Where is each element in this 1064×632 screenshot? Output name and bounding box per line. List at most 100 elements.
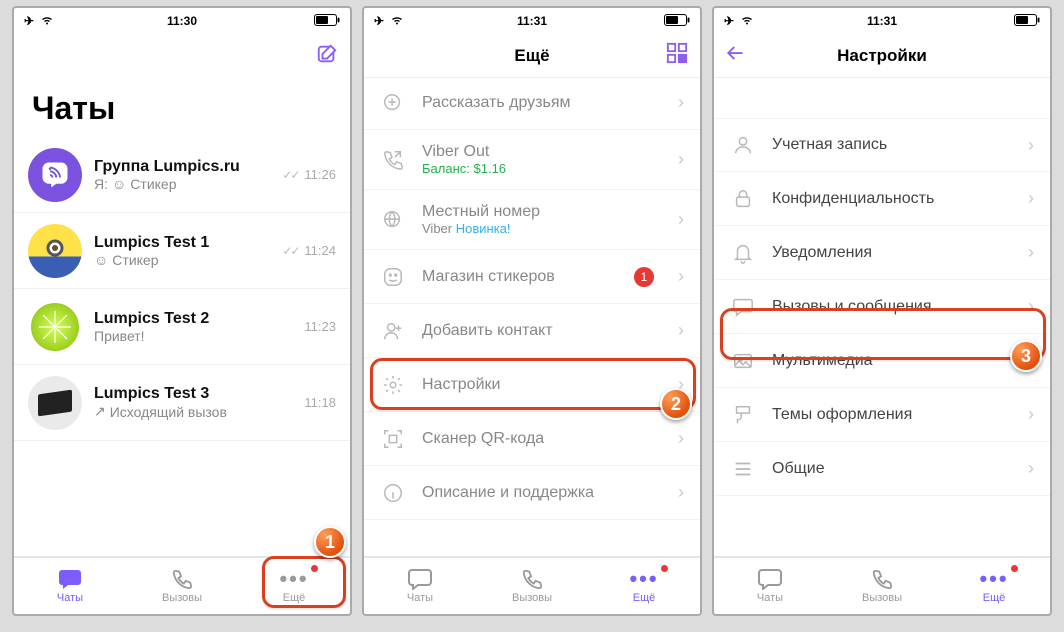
menu-sublabel: Viber [422,221,452,236]
menu-themes[interactable]: Темы оформления › [714,388,1050,442]
menu-notifications[interactable]: Уведомления › [714,226,1050,280]
notification-dot-icon [310,564,319,573]
outgoing-call-icon: ↗ [94,403,106,420]
menu-label: Уведомления [772,244,1012,262]
menu-support[interactable]: Описание и поддержка › [364,466,700,520]
wifi-icon [740,14,754,28]
menu-settings[interactable]: Настройки › [364,358,700,412]
navbar: Ещё [364,34,700,78]
calls-icon [521,568,543,590]
chevron-right-icon: › [678,374,684,395]
menu-calls-messages[interactable]: Вызовы и сообщения › [714,280,1050,334]
chevron-right-icon: › [1028,350,1034,371]
status-bar: ✈ 11:31 [364,8,700,34]
menu-privacy[interactable]: Конфиденциальность › [714,172,1050,226]
menu-qr-scanner[interactable]: Сканер QR-кода › [364,412,700,466]
tab-chats[interactable]: Чаты [14,558,126,614]
status-bar: ✈ 11:30 [14,8,350,34]
chevron-right-icon: › [1028,296,1034,317]
chat-sub: Привет! [94,328,145,344]
chevron-right-icon: › [678,92,684,113]
balance-label: Баланс: [422,161,470,176]
avatar [28,376,82,430]
menu-account[interactable]: Учетная запись › [714,118,1050,172]
screen-settings: ✈ 11:31 Настройки Учетная запись › Конфи… [712,6,1052,616]
chat-time: 11:24 [304,243,336,258]
chat-name: Lumpics Test 2 [94,310,292,328]
wifi-icon [40,14,54,28]
battery-icon [314,14,340,29]
chevron-right-icon: › [1028,458,1034,479]
menu-add-contact[interactable]: Добавить контакт › [364,304,700,358]
qr-scan-icon [380,428,406,450]
tab-chats[interactable]: Чаты [714,558,826,614]
navbar: Настройки [714,34,1050,78]
chat-sub: Стикер [130,176,176,192]
menu-media[interactable]: Мультимедиа › [714,334,1050,388]
phone-out-icon [380,149,406,171]
menu-general[interactable]: Общие › [714,442,1050,496]
nav-title: Настройки [837,46,927,66]
menu-label: Общие [772,460,1012,478]
tab-label: Вызовы [162,592,202,604]
chat-row[interactable]: Группа Lumpics.ru Я: ☺ Стикер ✓✓ 11:26 [14,137,350,213]
read-checks-icon: ✓✓ [282,244,298,258]
chat-row[interactable]: Lumpics Test 3 ↗ Исходящий вызов 11:18 [14,365,350,441]
sticker-emoji-icon: ☺ [112,176,126,192]
menu-label: Темы оформления [772,406,1012,424]
chat-name: Lumpics Test 3 [94,385,292,403]
media-icon [730,350,756,372]
back-button[interactable] [726,44,744,67]
more-icon: ••• [279,568,308,590]
tab-more[interactable]: ••• Ещё [238,558,350,614]
info-icon [380,482,406,504]
menu-share[interactable]: Рассказать друзьям › [364,76,700,130]
tab-calls[interactable]: Вызовы [126,558,238,614]
bell-icon [730,242,756,264]
tab-chats[interactable]: Чаты [364,558,476,614]
qr-icon[interactable] [666,42,688,69]
tab-label: Чаты [407,592,433,604]
status-time: 11:30 [14,14,350,28]
chat-row[interactable]: Lumpics Test 2 Привет! 11:23 [14,289,350,365]
compose-icon[interactable] [316,43,338,70]
screen-more: ✈ 11:31 Ещё Рассказать друзьям › Viber O… [362,6,702,616]
menu-label: Местный номер [422,203,662,221]
menu-viber-out[interactable]: Viber Out Баланс: $1.16 › [364,130,700,190]
tab-calls[interactable]: Вызовы [826,558,938,614]
menu-label: Настройки [422,376,662,394]
battery-icon [1014,14,1040,29]
chat-sub: Исходящий вызов [110,404,227,420]
tab-more[interactable]: ••• Ещё [938,558,1050,614]
navbar [14,34,350,78]
status-time: 11:31 [714,14,1050,28]
user-icon [730,134,756,156]
tab-bar: Чаты Вызовы ••• Ещё [714,556,1050,614]
count-badge: 1 [634,267,654,287]
new-badge: Новинка! [456,221,511,236]
menu-stickers[interactable]: Магазин стикеров 1 › [364,250,700,304]
menu-label: Мультимедиа [772,352,1012,370]
tab-label: Чаты [57,592,83,604]
tab-bar: Чаты Вызовы ••• Ещё [364,556,700,614]
tab-calls[interactable]: Вызовы [476,558,588,614]
menu-label: Рассказать друзьям [422,94,662,112]
tab-label: Вызовы [862,592,902,604]
chat-name: Lumpics Test 1 [94,234,270,252]
tab-label: Вызовы [512,592,552,604]
menu-local-number[interactable]: Местный номер Viber Новинка! › [364,190,700,250]
chat-time: 11:26 [304,167,336,182]
chat-name: Группа Lumpics.ru [94,158,270,176]
chat-list: Группа Lumpics.ru Я: ☺ Стикер ✓✓ 11:26 [14,137,350,556]
chevron-right-icon: › [678,209,684,230]
chat-icon [730,296,756,318]
list-icon [730,458,756,480]
chevron-right-icon: › [1028,242,1034,263]
notification-dot-icon [660,564,669,573]
tab-more[interactable]: ••• Ещё [588,558,700,614]
menu-label: Учетная запись [772,136,1012,154]
more-list: Рассказать друзьям › Viber Out Баланс: $… [364,76,700,556]
chevron-right-icon: › [678,428,684,449]
chat-row[interactable]: Lumpics Test 1 ☺ Стикер ✓✓ 11:24 [14,213,350,289]
chat-sub: Стикер [112,252,158,268]
